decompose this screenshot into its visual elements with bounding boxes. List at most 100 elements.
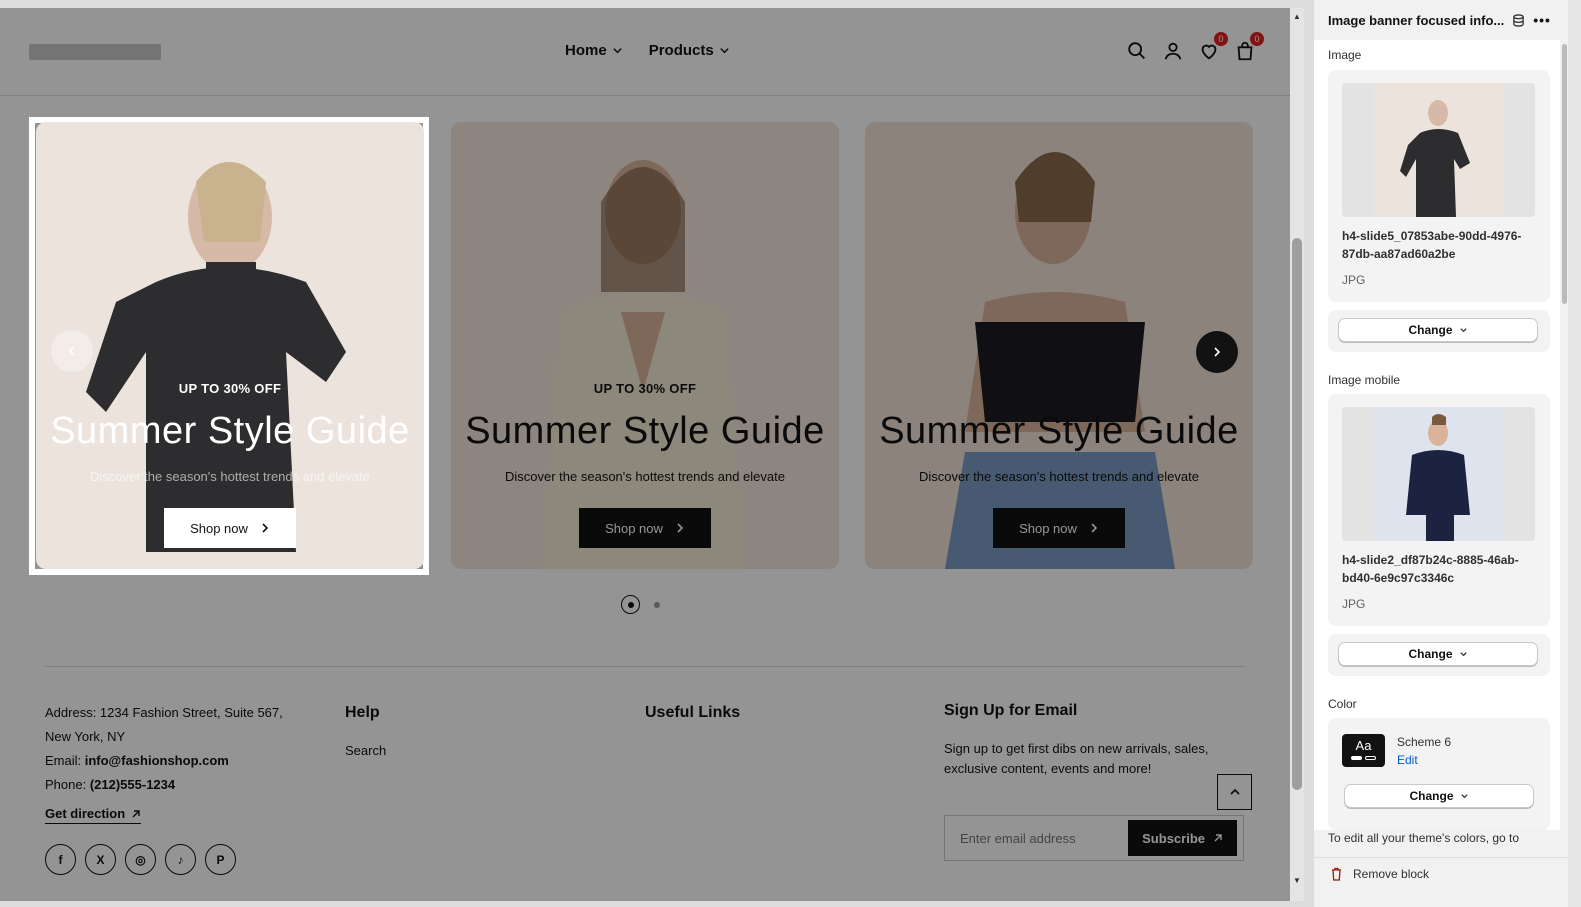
shop-now-label: Shop now <box>605 520 663 536</box>
email-value[interactable]: info@fashionshop.com <box>85 753 229 768</box>
scheme-change-button[interactable]: Change <box>1344 784 1534 808</box>
image-mobile-thumbnail[interactable] <box>1342 407 1535 541</box>
image-change-button[interactable]: Change <box>1338 318 1538 342</box>
store-header: Home Products 0 0 <box>0 8 1290 96</box>
color-scheme-swatch[interactable]: Aa <box>1342 734 1385 767</box>
banner-slide[interactable]: Summer Style Guide Discover the season's… <box>865 122 1253 569</box>
banner-slide[interactable]: UP TO 30% OFF Summer Style Guide Discove… <box>36 122 424 569</box>
slide-eyebrow: UP TO 30% OFF <box>593 381 697 396</box>
signup-text: Sign up to get first dibs on new arrival… <box>944 741 1209 776</box>
shop-now-button[interactable]: Shop now <box>579 508 711 548</box>
image-mobile-picker-card: h4-slide2_df87b24c-8885-46ab-bd40-6e9c97… <box>1328 394 1550 626</box>
subscribe-label: Subscribe <box>1142 830 1205 846</box>
tiktok-icon[interactable]: ♪ <box>165 844 196 875</box>
store-preview: Home Products 0 0 UP TO 30% OFF Summer S… <box>0 8 1290 901</box>
panel-scrollbar-thumb[interactable] <box>1562 44 1567 304</box>
facebook-icon[interactable]: f <box>45 844 76 875</box>
arrow-up-right-icon <box>1214 834 1222 842</box>
header-icons: 0 0 <box>1126 32 1264 62</box>
chevron-down-icon <box>1460 793 1468 798</box>
scroll-down-arrow-icon[interactable]: ▼ <box>1293 876 1301 885</box>
pinterest-icon[interactable]: P <box>205 844 236 875</box>
slide-eyebrow <box>865 381 1253 396</box>
subscribe-button[interactable]: Subscribe <box>1128 820 1237 856</box>
slide-content: UP TO 30% OFF Summer Style Guide Discove… <box>451 381 839 548</box>
image-mobile-change-row: Change <box>1328 634 1550 676</box>
chevron-right-icon <box>262 523 269 533</box>
x-twitter-icon[interactable]: X <box>85 844 116 875</box>
account-icon[interactable] <box>1162 40 1184 62</box>
nav-label: Home <box>565 42 607 59</box>
wishlist-heart-icon[interactable]: 0 <box>1198 32 1228 62</box>
help-heading: Help <box>345 704 380 721</box>
panel-scrollbar[interactable] <box>1561 40 1568 830</box>
newsletter-form: Subscribe <box>944 815 1244 861</box>
footer-signup: Sign Up for Email Sign up to get first d… <box>944 701 1244 779</box>
shop-now-button[interactable]: Shop now <box>164 508 296 548</box>
shop-now-label: Shop now <box>1019 520 1077 536</box>
preview-scrollbar[interactable]: ▲ ▼ <box>1290 8 1304 901</box>
more-options-icon[interactable]: ••• <box>1533 12 1551 28</box>
carousel-next-button[interactable] <box>1196 331 1238 373</box>
shop-now-label: Shop now <box>190 520 248 536</box>
editor-frame: Home Products 0 0 UP TO 30% OFF Summer S… <box>0 0 1581 907</box>
email-input[interactable] <box>960 830 1110 846</box>
image-mobile-label: Image mobile <box>1328 373 1401 387</box>
change-label: Change <box>1409 789 1454 803</box>
window-edge <box>1568 0 1581 907</box>
nav-label: Products <box>648 42 714 59</box>
get-direction-link[interactable]: Get direction <box>45 805 142 824</box>
scroll-up-arrow-icon[interactable]: ▲ <box>1293 12 1301 21</box>
image-picker-card: h4-slide5_07853abe-90dd-4976-87db-aa87ad… <box>1328 70 1550 302</box>
get-direction-label: Get direction <box>45 806 126 821</box>
image-mobile-change-button[interactable]: Change <box>1338 642 1538 666</box>
instagram-icon[interactable]: ◎ <box>125 844 156 875</box>
chevron-right-icon <box>677 523 684 533</box>
pagination-dot-active[interactable] <box>621 595 640 614</box>
search-icon[interactable] <box>1126 40 1148 62</box>
nav-item-products[interactable]: Products <box>649 42 730 59</box>
pagination-dot[interactable] <box>654 601 660 608</box>
address-line: Address: 1234 Fashion Street, Suite 567, <box>45 705 283 720</box>
phone-line: Phone: (212)555-1234 <box>45 777 176 792</box>
banner-slide[interactable]: UP TO 30% OFF Summer Style Guide Discove… <box>451 122 839 569</box>
cart-bag-icon[interactable]: 0 <box>1234 32 1264 62</box>
chevron-down-icon <box>1459 651 1467 656</box>
nav-item-home[interactable]: Home <box>565 42 623 59</box>
database-icon[interactable] <box>1512 13 1525 27</box>
panel-header: Image banner focused info... ••• <box>1314 0 1568 40</box>
back-to-top-button[interactable] <box>1217 774 1252 810</box>
carousel-prev-button[interactable] <box>51 330 93 372</box>
useful-links-heading: Useful Links <box>645 704 741 721</box>
chevron-down-icon <box>1459 327 1467 332</box>
image-change-row: Change <box>1328 310 1550 352</box>
chevron-left-icon <box>68 346 75 356</box>
social-links: f X ◎ ♪ P <box>45 844 283 875</box>
change-label: Change <box>1408 647 1453 661</box>
main-nav: Home Products <box>565 42 730 59</box>
email-line: Email: info@fashionshop.com <box>45 753 229 768</box>
image-mobile-preview <box>1374 407 1504 541</box>
slide-content: UP TO 30% OFF Summer Style Guide Discove… <box>36 381 424 548</box>
shop-now-button[interactable]: Shop now <box>993 508 1125 548</box>
phone-value[interactable]: (212)555-1234 <box>90 777 175 792</box>
image-preview <box>1374 83 1504 217</box>
slide-title: Summer Style Guide <box>465 410 825 452</box>
remove-block-label: Remove block <box>1353 867 1430 881</box>
color-scheme-card: Aa Scheme 6 Edit Change <box>1328 718 1550 830</box>
change-label: Change <box>1408 323 1453 337</box>
color-label: Color <box>1328 697 1357 711</box>
scrollbar-thumb[interactable] <box>1292 238 1302 790</box>
block-settings-panel: Image banner focused info... ••• Image h… <box>1314 0 1568 907</box>
help-link-search[interactable]: Search <box>345 739 386 763</box>
store-logo[interactable] <box>29 44 161 60</box>
remove-block-button[interactable]: Remove block <box>1330 867 1429 881</box>
panel-title: Image banner focused info... <box>1328 12 1505 28</box>
image-banner-carousel: UP TO 30% OFF Summer Style Guide Discove… <box>0 122 1290 582</box>
scheme-edit-link[interactable]: Edit <box>1397 753 1418 767</box>
theme-colors-note: To edit all your theme's colors, go to <box>1314 831 1568 857</box>
chevron-down-icon <box>720 48 729 54</box>
image-mobile-filetype: JPG <box>1342 597 1366 611</box>
signup-heading: Sign Up for Email <box>944 702 1078 719</box>
image-thumbnail[interactable] <box>1342 83 1535 217</box>
